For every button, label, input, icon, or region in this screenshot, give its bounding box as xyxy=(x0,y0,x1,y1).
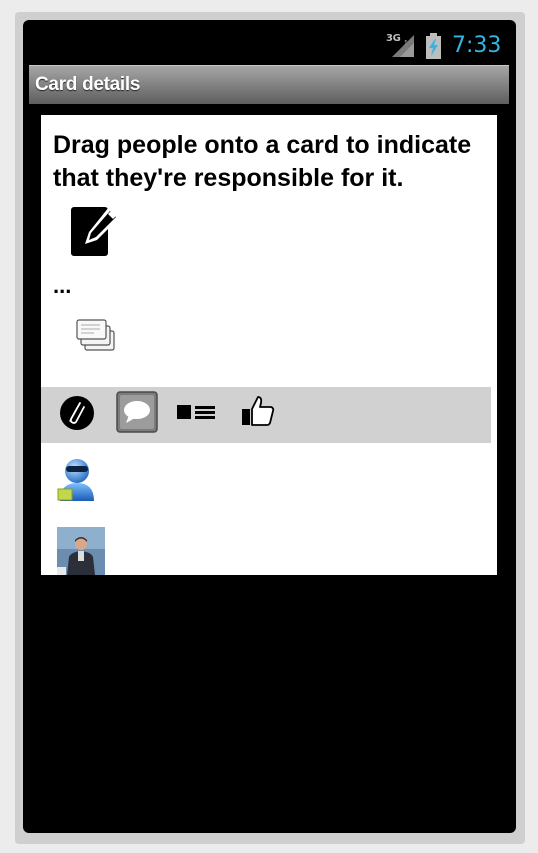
description-ellipsis: ... xyxy=(53,273,72,298)
phone-screen: 3G ↑ 7:33 Card details Drag people onto … xyxy=(23,20,516,833)
attachment-icon[interactable] xyxy=(58,394,96,432)
comment-icon[interactable] xyxy=(116,391,158,433)
user-photo[interactable] xyxy=(57,527,105,575)
edit-pencil-icon[interactable] xyxy=(71,207,120,256)
battery-charging-icon xyxy=(426,33,441,59)
card-details-panel: Drag people onto a card to indicate that… xyxy=(41,115,497,575)
signal-strength-icon: ↑ xyxy=(392,35,414,57)
like-icon[interactable] xyxy=(241,395,275,427)
card-stack-icon[interactable] xyxy=(76,318,116,352)
generic-user-icon[interactable] xyxy=(56,455,98,503)
list-icon[interactable] xyxy=(175,399,217,425)
action-bar: Card details xyxy=(29,65,509,104)
status-bar: 3G ↑ 7:33 xyxy=(23,20,516,65)
instruction-text: Drag people onto a card to indicate that… xyxy=(53,131,472,192)
svg-text:↑: ↑ xyxy=(403,39,409,47)
clock: 7:33 xyxy=(452,33,502,58)
card-action-toolbar xyxy=(41,387,491,443)
screen-title: Card details xyxy=(35,74,141,95)
